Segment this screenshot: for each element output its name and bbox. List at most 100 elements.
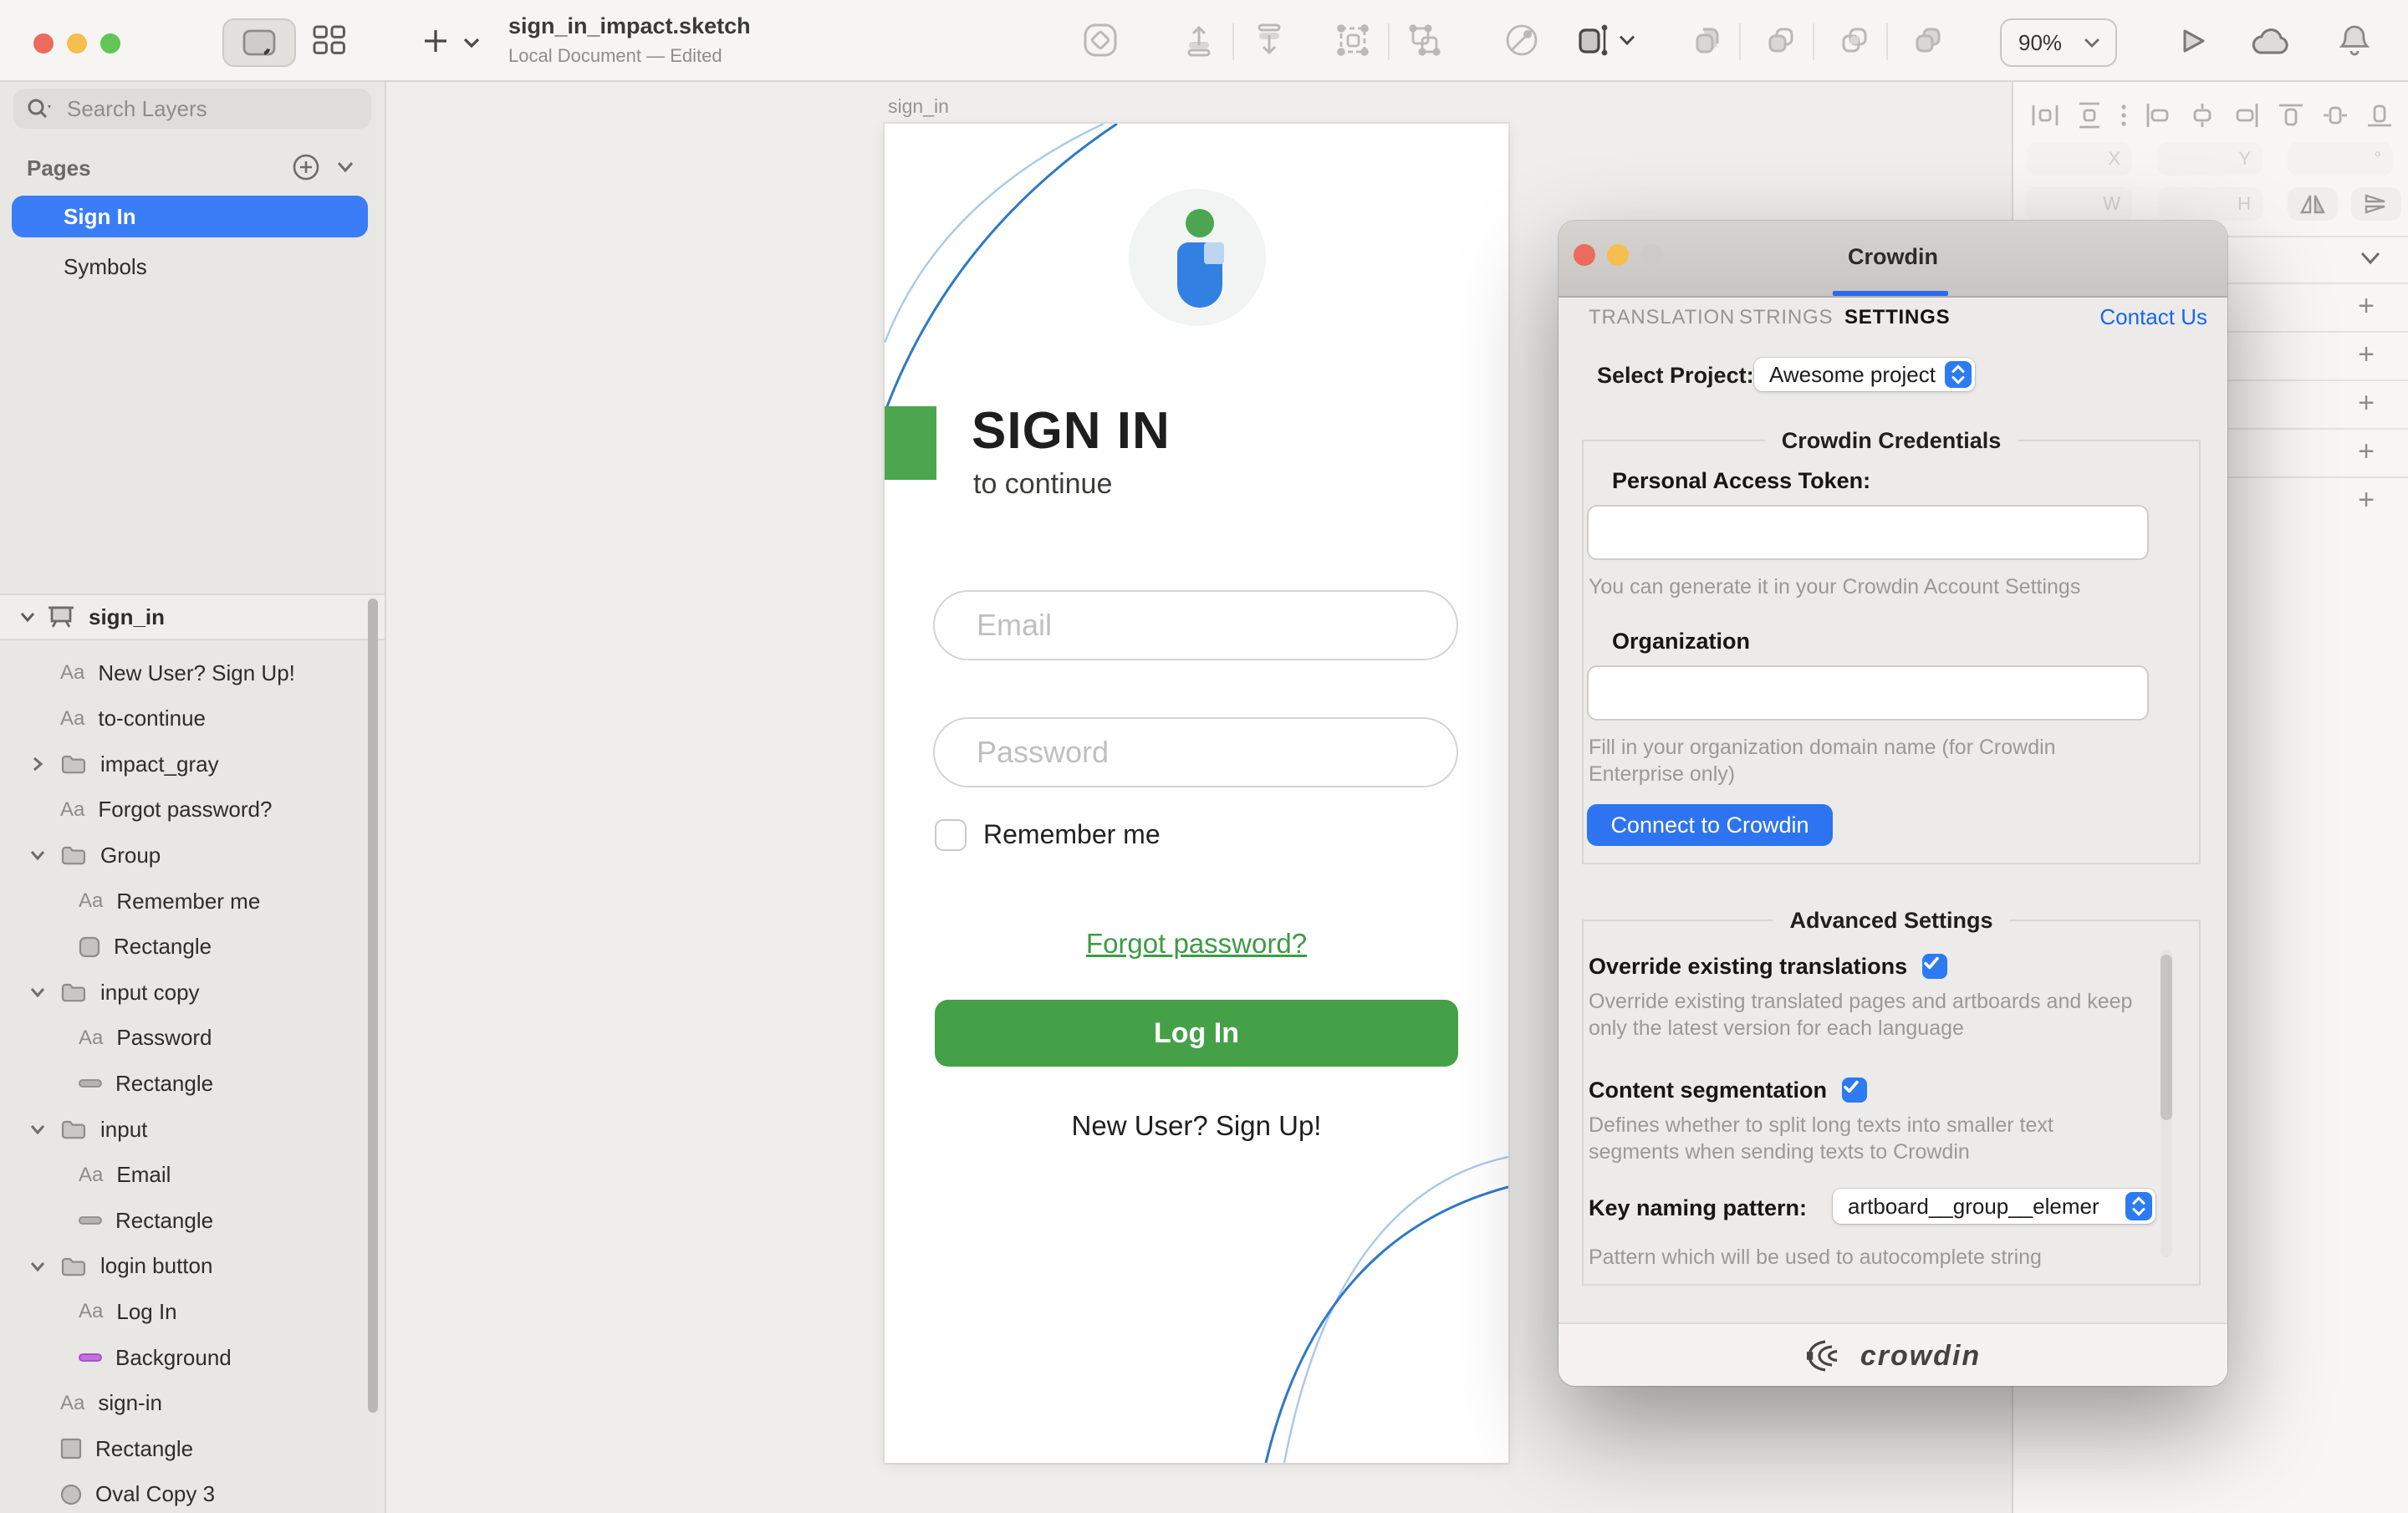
bring-forward-button[interactable]: [1181, 22, 1217, 59]
layer-row-impact-gray[interactable]: impact_gray: [0, 741, 425, 787]
layer-row-oval-copy-3[interactable]: Oval Copy 3: [0, 1472, 425, 1513]
minimize-window-button[interactable]: [67, 33, 87, 53]
layer-row-sign-in[interactable]: Aasign-in: [0, 1381, 425, 1426]
collapse-section-button[interactable]: [2360, 251, 2381, 266]
collapse-pages-button[interactable]: [336, 160, 355, 174]
crowdin-plugin-dialog: Crowdin TRANSLATION STRINGS SETTINGS Con…: [1559, 221, 2227, 1386]
width-field[interactable]: W: [2027, 187, 2132, 221]
add-style-button[interactable]: +: [2353, 341, 2380, 368]
page-item-symbols[interactable]: Symbols: [12, 246, 368, 288]
organization-input[interactable]: [1587, 665, 2149, 721]
layer-row-to-continue[interactable]: Aato-continue: [0, 696, 425, 741]
ungroup-button[interactable]: [1406, 22, 1443, 59]
rotate-button[interactable]: [1503, 22, 1540, 59]
disclosure-collapsed-icon[interactable]: [31, 756, 44, 772]
email-field[interactable]: Email: [933, 590, 1458, 660]
group-button[interactable]: [1334, 22, 1371, 59]
add-style-button[interactable]: +: [2353, 487, 2380, 513]
layer-row-login-button[interactable]: login button: [0, 1244, 425, 1289]
flip-horizontal-button[interactable]: [2288, 187, 2338, 221]
close-window-button[interactable]: [33, 33, 54, 53]
align-right-icon[interactable]: [2232, 100, 2262, 130]
checkmark-icon: [1922, 954, 1941, 972]
y-position-field[interactable]: Y: [2157, 142, 2263, 176]
sign-up-text[interactable]: New User? Sign Up!: [885, 1110, 1508, 1142]
notifications-button[interactable]: [2339, 23, 2370, 57]
create-symbol-button[interactable]: [1082, 22, 1119, 59]
artboard-root-row[interactable]: sign_in: [0, 593, 385, 640]
flip-vertical-button[interactable]: [2351, 187, 2401, 221]
rotation-field[interactable]: °: [2288, 142, 2393, 176]
toggle-sidebar-button[interactable]: [222, 18, 296, 67]
tab-settings[interactable]: SETTINGS: [1844, 306, 1950, 329]
connect-to-crowdin-button[interactable]: Connect to Crowdin: [1587, 804, 1833, 846]
zoom-window-button[interactable]: [100, 33, 120, 53]
disclosure-expanded-icon[interactable]: [30, 1123, 45, 1136]
boolean-intersect-button[interactable]: [1836, 22, 1873, 59]
layer-row-rectangle[interactable]: Rectangle: [0, 1426, 425, 1471]
toggle-components-button[interactable]: [311, 23, 348, 57]
distribute-vertically-icon[interactable]: [2074, 100, 2104, 130]
layer-row-forgot-password-[interactable]: AaForgot password?: [0, 787, 425, 833]
height-field[interactable]: H: [2157, 187, 2263, 221]
more-options-icon[interactable]: [2119, 100, 2129, 130]
sidebar-scrollbar[interactable]: [368, 599, 378, 1413]
override-translations-row: Override existing translations: [1589, 950, 1947, 981]
disclosure-expanded-icon[interactable]: [20, 610, 35, 624]
search-input[interactable]: [64, 94, 338, 124]
add-page-button[interactable]: [293, 154, 319, 181]
search-layers-field[interactable]: [13, 89, 371, 129]
layer-row-input[interactable]: input: [0, 1107, 425, 1152]
add-style-button[interactable]: +: [2353, 390, 2380, 416]
edit-tool-chevron[interactable]: [1619, 33, 1635, 47]
preview-button[interactable]: [2181, 27, 2207, 55]
add-style-button[interactable]: +: [2353, 438, 2380, 465]
key-naming-pattern-select[interactable]: artboard__group__elemer: [1833, 1189, 2155, 1224]
dialog-titlebar[interactable]: Crowdin: [1559, 221, 2227, 298]
project-select[interactable]: Awesome project: [1754, 358, 1975, 391]
disclosure-expanded-icon[interactable]: [30, 1260, 45, 1273]
remember-me-label: Remember me: [983, 819, 1161, 850]
layer-label: Group: [100, 843, 161, 869]
contact-us-link[interactable]: Contact Us: [2099, 304, 2207, 330]
artboard-title-label[interactable]: sign_in: [888, 95, 949, 118]
disclosure-expanded-icon[interactable]: [30, 848, 45, 862]
x-position-field[interactable]: X: [2027, 142, 2132, 176]
align-center-horizontal-icon[interactable]: [2187, 100, 2217, 130]
send-backward-button[interactable]: [1251, 22, 1288, 59]
artboard-root-label: sign_in: [89, 604, 165, 630]
layer-row-new-user-sign-up-[interactable]: AaNew User? Sign Up!: [0, 650, 425, 695]
disclosure-expanded-icon[interactable]: [30, 986, 45, 999]
align-middle-vertical-icon[interactable]: [2320, 100, 2350, 130]
insert-button[interactable]: [421, 27, 450, 55]
password-field[interactable]: Password: [933, 717, 1458, 787]
forgot-password-link[interactable]: Forgot password?: [885, 928, 1508, 960]
content-segmentation-checkbox[interactable]: [1842, 1077, 1867, 1103]
edit-tool-button[interactable]: [1575, 22, 1612, 59]
remember-me-checkbox[interactable]: [935, 819, 967, 851]
align-left-icon[interactable]: [2143, 100, 2173, 130]
layer-row-group[interactable]: Group: [0, 833, 425, 878]
insert-menu-chevron[interactable]: [462, 35, 482, 50]
cloud-share-button[interactable]: [2249, 28, 2291, 55]
zoom-level-select[interactable]: 90%: [2000, 18, 2117, 67]
tab-translation[interactable]: TRANSLATION: [1589, 306, 1735, 329]
token-input[interactable]: [1587, 505, 2149, 560]
boolean-difference-button[interactable]: [1910, 22, 1946, 59]
layer-row-input-copy[interactable]: input copy: [0, 970, 425, 1015]
log-in-button[interactable]: Log In: [935, 1000, 1458, 1067]
align-bottom-icon[interactable]: [2365, 100, 2395, 130]
boolean-subtract-button[interactable]: [1763, 22, 1799, 59]
override-translations-checkbox[interactable]: [1922, 954, 1947, 979]
add-style-button[interactable]: +: [2353, 293, 2380, 319]
content-segmentation-description: Defines whether to split long texts into…: [1589, 1112, 2140, 1165]
page-item-sign-in[interactable]: Sign In: [12, 196, 368, 237]
layers-sidebar: Pages Sign In Symbols sign_in AaNew User…: [0, 80, 386, 1513]
distribute-horizontally-icon[interactable]: [2030, 100, 2060, 130]
tab-strings[interactable]: STRINGS: [1739, 306, 1833, 329]
artboard-sign-in[interactable]: SIGN IN to continue Email Password Remem…: [885, 124, 1508, 1463]
advanced-scrollbar-thumb[interactable]: [2161, 955, 2172, 1120]
text-layer-icon: Aa: [60, 798, 84, 822]
boolean-union-button[interactable]: [1689, 22, 1726, 59]
align-top-icon[interactable]: [2276, 100, 2306, 130]
